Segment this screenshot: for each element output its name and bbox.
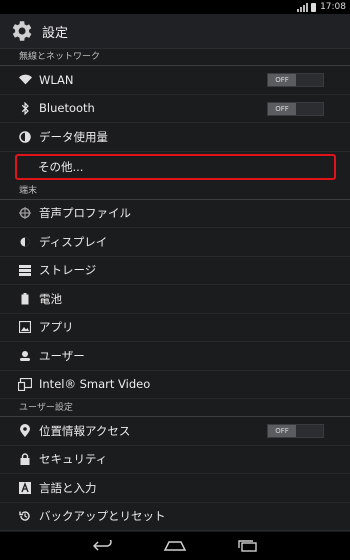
home-icon[interactable] xyxy=(163,540,187,552)
status-time: 17:08 xyxy=(320,2,346,12)
section-header-user: ユーザー設定 xyxy=(0,399,350,417)
settings-item-sound-profile[interactable]: 音声プロファイル xyxy=(0,200,350,228)
settings-item-label: WLAN xyxy=(39,72,74,87)
settings-item-label: その他... xyxy=(38,159,84,174)
sound-profile-icon xyxy=(18,206,32,220)
page-title: 設定 xyxy=(42,25,69,41)
section-header-wireless: 無線とネットワーク xyxy=(0,48,350,66)
settings-item-label: 位置情報アクセス xyxy=(39,423,131,438)
settings-item-label: データ使用量 xyxy=(39,129,108,144)
storage-icon xyxy=(18,263,32,277)
battery-icon xyxy=(18,292,32,306)
backup-icon xyxy=(18,509,32,523)
toggle-state: OFF xyxy=(268,102,296,115)
settings-item-apps[interactable]: アプリ xyxy=(0,314,350,342)
toggle-state: OFF xyxy=(268,74,296,86)
bluetooth-icon xyxy=(18,101,32,115)
battery-status-icon xyxy=(311,2,317,12)
settings-list: 無線とネットワーク WLAN OFF Bluetooth OFF データ使用量 … xyxy=(0,48,350,531)
settings-item-storage[interactable]: ストレージ xyxy=(0,257,350,285)
settings-item-display[interactable]: ディスプレイ xyxy=(0,228,350,257)
settings-item-label: 音声プロファイル xyxy=(39,206,131,221)
data-usage-icon xyxy=(18,130,32,144)
settings-item-label: セキュリティ xyxy=(39,452,108,467)
location-icon xyxy=(18,424,32,438)
location-toggle[interactable]: OFF xyxy=(267,424,324,438)
settings-item-label: ユーザー xyxy=(39,348,85,363)
settings-item-location[interactable]: 位置情報アクセス OFF xyxy=(0,417,350,446)
signal-icon xyxy=(297,2,309,12)
settings-item-label: Bluetooth xyxy=(39,101,95,116)
settings-item-backup-reset[interactable]: バックアップとリセット xyxy=(0,503,350,531)
intel-smart-video-icon xyxy=(18,377,32,391)
settings-item-label: バックアップとリセット xyxy=(39,509,166,524)
recent-apps-icon[interactable] xyxy=(237,540,257,552)
settings-item-more[interactable]: その他... xyxy=(15,153,336,180)
settings-item-label: ストレージ xyxy=(39,263,97,278)
settings-item-users[interactable]: ユーザー xyxy=(0,342,350,371)
settings-item-label: 電池 xyxy=(39,291,62,306)
settings-item-wlan[interactable]: WLAN OFF xyxy=(0,66,350,95)
wifi-icon xyxy=(18,73,32,87)
settings-item-security[interactable]: セキュリティ xyxy=(0,446,350,474)
status-bar: 17:08 xyxy=(0,0,350,14)
settings-item-label: アプリ xyxy=(39,320,74,335)
language-icon xyxy=(18,481,32,495)
display-icon xyxy=(18,235,32,249)
apps-icon xyxy=(18,320,32,334)
gear-icon[interactable] xyxy=(8,18,34,44)
settings-item-language[interactable]: 言語と入力 xyxy=(0,474,350,503)
settings-item-label: 言語と入力 xyxy=(39,480,97,495)
settings-item-battery[interactable]: 電池 xyxy=(0,285,350,314)
back-icon[interactable] xyxy=(93,540,113,552)
bluetooth-toggle[interactable]: OFF xyxy=(267,101,324,116)
navigation-bar xyxy=(0,532,350,560)
settings-item-data-usage[interactable]: データ使用量 xyxy=(0,123,350,152)
settings-item-label: Intel® Smart Video xyxy=(39,377,151,392)
user-icon xyxy=(18,349,32,363)
wlan-toggle[interactable]: OFF xyxy=(267,73,324,87)
settings-item-intel-smart-video[interactable]: Intel® Smart Video xyxy=(0,371,350,399)
toggle-state: OFF xyxy=(268,425,296,437)
action-bar: 設定 xyxy=(0,14,350,49)
settings-item-label: ディスプレイ xyxy=(39,234,108,249)
settings-item-bluetooth[interactable]: Bluetooth OFF xyxy=(0,95,350,123)
section-header-device: 端末 xyxy=(0,182,350,200)
lock-icon xyxy=(18,452,32,466)
